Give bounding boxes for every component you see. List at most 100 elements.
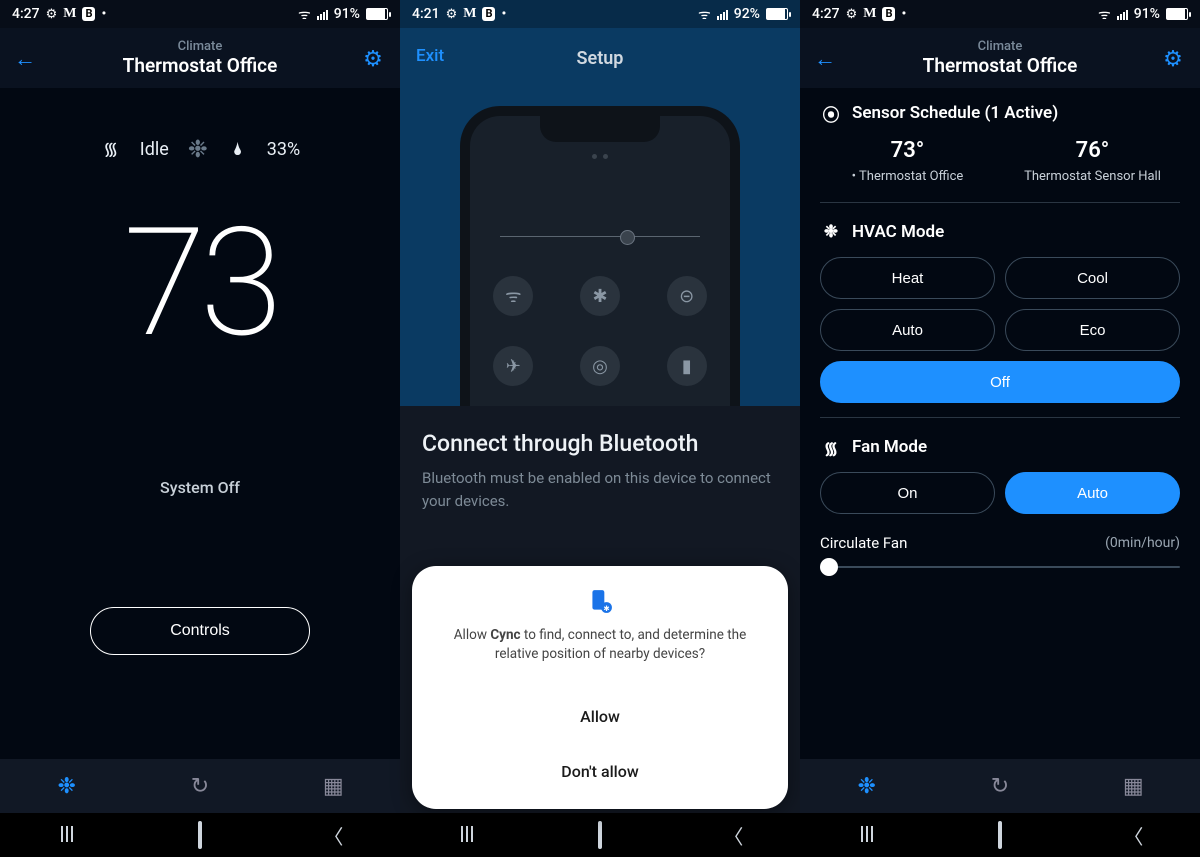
signal-icon xyxy=(317,8,328,20)
android-navbar: 〈 xyxy=(400,813,800,857)
back-arrow-icon: ← xyxy=(814,46,836,72)
fan-state-label: Idle xyxy=(140,139,169,160)
controls-button[interactable]: Controls xyxy=(90,607,310,655)
gmail-icon: M xyxy=(863,6,876,22)
exit-button[interactable]: Exit xyxy=(416,46,444,66)
svg-text:✱: ✱ xyxy=(603,604,610,613)
hvac-auto-button[interactable]: Auto xyxy=(820,309,995,351)
fan-mode-grid: On Auto xyxy=(820,472,1180,514)
gear-icon: ⚙ xyxy=(1163,47,1183,72)
android-statusbar: 4:27 M B ᯤ 91% xyxy=(800,0,1200,28)
battery-percent: 92% xyxy=(734,6,760,22)
app-b-icon: B xyxy=(482,7,495,21)
battery-icon xyxy=(766,8,788,20)
nav-recents[interactable] xyxy=(447,823,487,847)
nav-recents[interactable] xyxy=(47,823,87,847)
wifi-icon: ᯤ xyxy=(1098,5,1111,24)
circulate-value: (0min/hour) xyxy=(1105,535,1180,551)
fan-icon: ᯾ xyxy=(100,138,122,160)
sensor-readouts: 73° • Thermostat Office 76° Thermostat S… xyxy=(820,138,1180,184)
screenshot-climate-main: 4:27 M B ᯤ 91% ← Climate Thermostat Offi… xyxy=(0,0,400,857)
signal-icon xyxy=(717,8,728,20)
hvac-eco-button[interactable]: Eco xyxy=(1005,309,1180,351)
setup-title: Setup xyxy=(577,48,624,69)
back-arrow-icon: ← xyxy=(14,46,36,72)
circulate-slider[interactable] xyxy=(820,566,1180,568)
thermostat-main: ᯾ Idle ❉ 🌢 33% 73 System Off Controls xyxy=(0,88,400,759)
sensor-card[interactable]: 73° • Thermostat Office xyxy=(820,138,995,184)
settings-notif-icon xyxy=(846,6,858,22)
hvac-cool-button[interactable]: Cool xyxy=(1005,257,1180,299)
sensor-temp: 76° xyxy=(1005,138,1180,163)
more-notif-icon xyxy=(501,6,506,22)
tab-history[interactable]: ↻ xyxy=(180,766,220,806)
tab-schedule[interactable]: ▦ xyxy=(313,766,353,806)
status-time: 4:27 xyxy=(812,6,840,22)
fan-auto-button[interactable]: Auto xyxy=(1005,472,1180,514)
nav-recents[interactable] xyxy=(847,823,887,847)
nav-home[interactable] xyxy=(980,823,1020,847)
gmail-icon: M xyxy=(463,6,476,22)
status-time: 4:21 xyxy=(412,6,440,22)
illo-airplane-icon: ✈ xyxy=(493,346,533,386)
nav-home[interactable] xyxy=(580,823,620,847)
settings-button[interactable]: ⚙ xyxy=(358,44,388,74)
android-statusbar: 4:27 M B ᯤ 91% xyxy=(0,0,400,28)
app-b-icon: B xyxy=(882,7,895,21)
settings-notif-icon xyxy=(46,6,58,22)
nav-back[interactable]: 〈 xyxy=(1113,821,1153,850)
illo-dnd-icon: ⊝ xyxy=(667,276,707,316)
humidity-icon: 🌢 xyxy=(227,138,249,160)
android-statusbar: 4:21 M B ᯤ 92% xyxy=(400,0,800,28)
history-icon: ↻ xyxy=(991,774,1009,799)
back-button[interactable]: ← xyxy=(810,44,840,74)
tab-schedule[interactable]: ▦ xyxy=(1113,766,1153,806)
permission-dialog: ✱ Allow Cync to find, connect to, and de… xyxy=(412,566,788,809)
slider-thumb[interactable] xyxy=(820,558,838,576)
gear-icon: ⚙ xyxy=(363,47,383,72)
permission-deny-button[interactable]: Don't allow xyxy=(432,744,768,799)
sensor-schedule-label: Sensor Schedule (1 Active) xyxy=(852,103,1058,123)
hvac-mode-grid: Heat Cool Auto Eco Off xyxy=(820,257,1180,403)
more-notif-icon xyxy=(901,6,906,22)
back-button[interactable]: ← xyxy=(10,44,40,74)
sensor-schedule-header[interactable]: ⦿ Sensor Schedule (1 Active) xyxy=(820,102,1180,124)
nearby-devices-icon: ✱ xyxy=(586,588,614,616)
battery-percent: 91% xyxy=(1134,6,1160,22)
tab-bar: ❉ ↻ ▦ xyxy=(800,759,1200,813)
sensor-card[interactable]: 76° Thermostat Sensor Hall xyxy=(1005,138,1180,184)
nav-back[interactable]: 〈 xyxy=(313,821,353,850)
battery-icon xyxy=(1166,8,1188,20)
hvac-mode-label: HVAC Mode xyxy=(852,222,944,242)
humidity-value: 33% xyxy=(267,139,300,160)
tab-thermostat[interactable]: ❉ xyxy=(847,766,887,806)
setup-header: Exit Setup xyxy=(400,28,800,88)
setup-heading: Connect through Bluetooth xyxy=(422,430,778,457)
sensor-temp: 73° xyxy=(820,138,995,163)
header-title: Thermostat Office xyxy=(923,54,1078,77)
tab-thermostat[interactable]: ❉ xyxy=(47,766,87,806)
screenshot-climate-controls: 4:27 M B ᯤ 91% ← Climate Thermostat Offi… xyxy=(800,0,1200,857)
divider xyxy=(820,202,1180,203)
tab-history[interactable]: ↻ xyxy=(980,766,1020,806)
permission-allow-button[interactable]: Allow xyxy=(432,689,768,744)
nav-home[interactable] xyxy=(180,823,220,847)
header-eyebrow: Climate xyxy=(123,39,278,54)
illo-bluetooth-icon: ✱ xyxy=(580,276,620,316)
settings-button[interactable]: ⚙ xyxy=(1158,44,1188,74)
fan-mode-header: ᯾ Fan Mode xyxy=(820,436,1180,458)
hvac-heat-button[interactable]: Heat xyxy=(820,257,995,299)
hvac-icon: ❉ xyxy=(820,221,842,243)
sensor-name: • Thermostat Office xyxy=(820,169,995,184)
hvac-icon: ❉ xyxy=(187,138,209,160)
nav-back[interactable]: 〈 xyxy=(713,821,753,850)
controls-panel: ⦿ Sensor Schedule (1 Active) 73° • Therm… xyxy=(800,88,1200,759)
battery-percent: 91% xyxy=(334,6,360,22)
header-eyebrow: Climate xyxy=(923,39,1078,54)
hvac-off-button[interactable]: Off xyxy=(820,361,1180,403)
fan-on-button[interactable]: On xyxy=(820,472,995,514)
setup-body: Bluetooth must be enabled on this device… xyxy=(422,467,778,514)
screenshot-bluetooth-setup: 4:21 M B ᯤ 92% Exit Setup ᯤ ✱ ⊝ ✈ ◎ xyxy=(400,0,800,857)
hvac-tab-icon: ❉ xyxy=(857,774,875,799)
settings-notif-icon xyxy=(446,6,458,22)
